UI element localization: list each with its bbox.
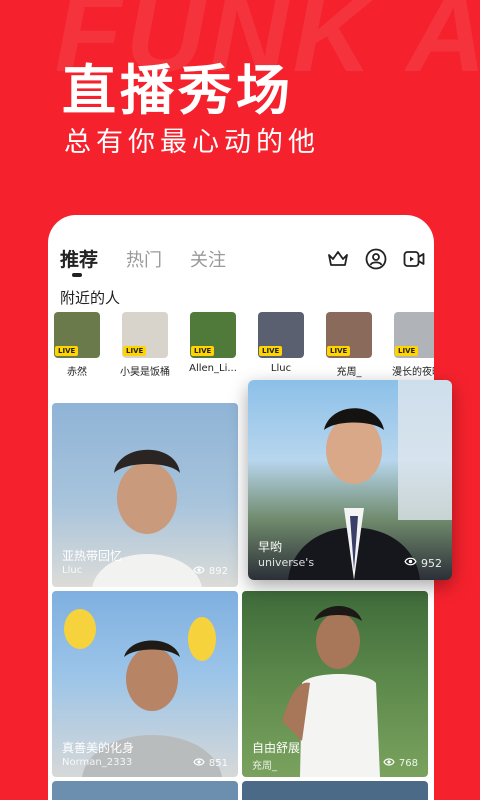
nearby-person[interactable]: LIVE 小昊是饭桶 — [120, 312, 170, 378]
live-badge: LIVE — [395, 346, 419, 356]
tab-hot[interactable]: 热门 — [126, 246, 162, 272]
live-badge: LIVE — [259, 346, 283, 356]
card-username: Lluc — [62, 565, 83, 576]
nearby-section-title: 附近的人 — [60, 289, 121, 307]
hero-title: 直播秀场 — [62, 59, 294, 122]
card-username: universe's — [258, 556, 315, 569]
card-username: 充周_ — [252, 761, 277, 772]
nearby-person[interactable]: LIVE 赤然 — [54, 312, 100, 378]
tab-recommend[interactable]: 推荐 — [60, 245, 98, 272]
tab-follow[interactable]: 关注 — [190, 246, 226, 272]
live-badge: LIVE — [191, 346, 215, 356]
nearby-name: 赤然 — [67, 367, 87, 378]
hero-subtitle: 总有你最心动的他 — [64, 127, 320, 158]
view-count-value: 892 — [208, 566, 228, 577]
nearby-name: Allen_Li... — [189, 363, 237, 374]
avatar: LIVE — [326, 312, 372, 358]
video-icon[interactable] — [402, 247, 426, 271]
live-card[interactable]: 亚热带回忆 Lluc 892 — [52, 403, 238, 587]
live-card[interactable]: 自由舒展 充周_ 768 — [242, 591, 428, 777]
avatar: LIVE — [394, 312, 434, 358]
nearby-name: 小昊是饭桶 — [120, 367, 170, 378]
profile-icon[interactable] — [364, 247, 388, 271]
avatar: LIVE — [258, 312, 304, 358]
view-count: 952 — [404, 556, 442, 570]
live-card[interactable] — [52, 781, 238, 800]
featured-live-card[interactable]: 早哟 universe's 952 — [248, 380, 452, 580]
nearby-person[interactable]: LIVE Allen_Li... — [189, 312, 237, 378]
eye-icon — [404, 556, 417, 570]
avatar: LIVE — [54, 312, 100, 358]
tab-indicator — [72, 273, 82, 277]
live-badge: LIVE — [327, 346, 351, 356]
card-title: 真善美的化身 — [62, 741, 135, 755]
view-count: 768 — [383, 757, 418, 770]
view-count: 851 — [193, 757, 228, 770]
nearby-person[interactable]: LIVE Lluc — [258, 312, 304, 378]
live-card[interactable]: 真善美的化身 Norman_2333 851 — [52, 591, 238, 777]
live-card[interactable] — [242, 781, 428, 800]
nearby-person[interactable]: LIVE 充周_ — [326, 312, 372, 378]
view-count: 892 — [193, 565, 228, 578]
avatar: LIVE — [190, 312, 236, 358]
card-title: 亚热带回忆 — [62, 549, 123, 563]
avatar: LIVE — [122, 312, 168, 358]
live-badge: LIVE — [123, 346, 147, 356]
eye-icon — [383, 757, 395, 770]
view-count-value: 768 — [398, 758, 418, 769]
nearby-name: 充周_ — [336, 367, 362, 378]
crown-icon[interactable] — [326, 247, 350, 271]
nearby-person[interactable]: LIVE 漫长的夜晚 — [392, 312, 434, 378]
nearby-name: Lluc — [270, 363, 292, 374]
view-count-value: 851 — [208, 758, 228, 769]
card-username: Norman_2333 — [62, 757, 133, 768]
nearby-list: LIVE 赤然 LIVE 小昊是饭桶 LIVE Allen_Li... LIVE… — [54, 312, 434, 378]
card-title: 自由舒展 — [252, 741, 301, 755]
view-count-value: 952 — [421, 556, 442, 570]
top-icons — [326, 247, 426, 271]
eye-icon — [193, 757, 205, 770]
card-title: 早哟 — [258, 540, 283, 554]
live-badge: LIVE — [55, 346, 79, 356]
nearby-name: 漫长的夜晚 — [392, 367, 434, 378]
tab-bar: 推荐 热门 关注 — [60, 245, 226, 272]
eye-icon — [193, 565, 205, 578]
